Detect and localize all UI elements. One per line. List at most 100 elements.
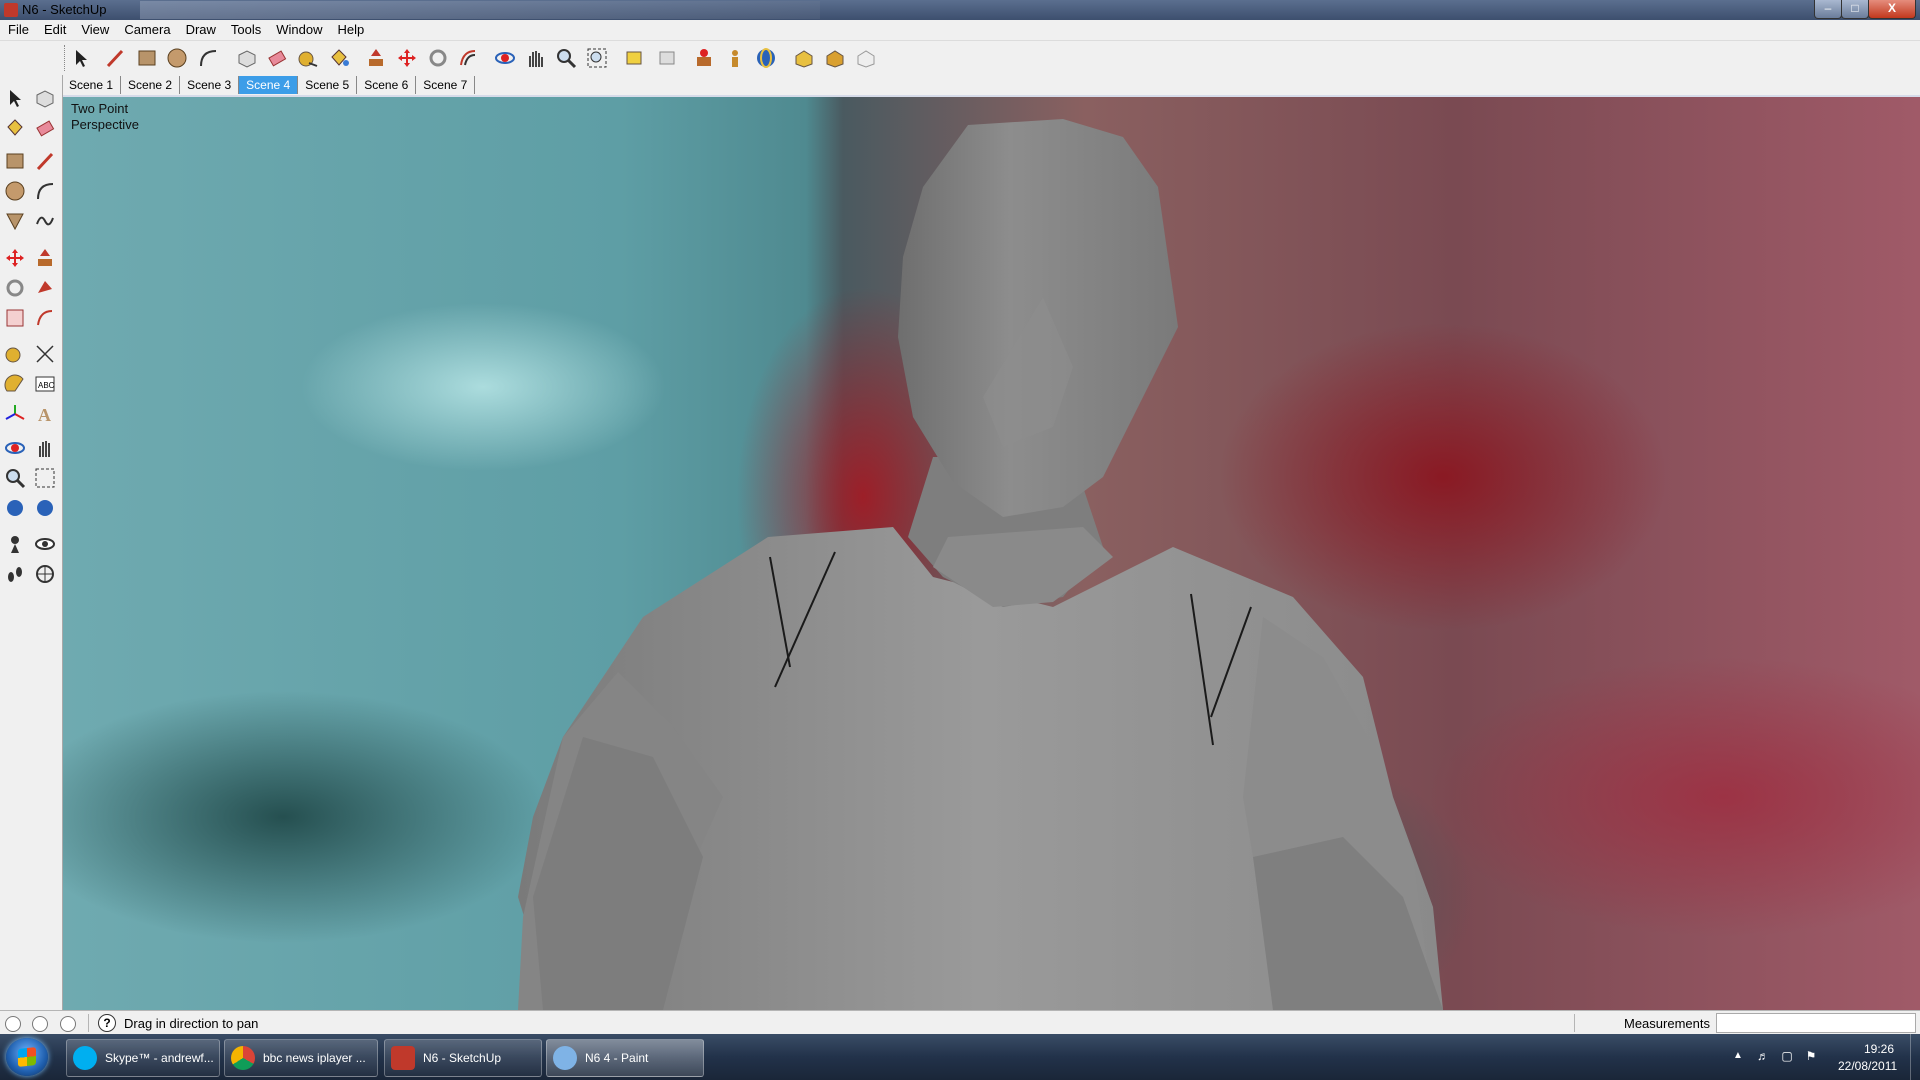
zoom-window-icon[interactable] bbox=[34, 467, 56, 489]
section-plane-icon[interactable] bbox=[34, 563, 56, 585]
arc-icon[interactable] bbox=[197, 47, 219, 69]
walk-icon[interactable] bbox=[724, 47, 746, 69]
tab-scene-1[interactable]: Scene 1 bbox=[62, 76, 122, 94]
scale-icon[interactable] bbox=[4, 307, 26, 329]
offset-icon[interactable] bbox=[457, 47, 479, 69]
offset-icon[interactable] bbox=[34, 307, 56, 329]
eraser-icon[interactable] bbox=[34, 117, 56, 139]
select-icon[interactable] bbox=[70, 47, 92, 69]
line-icon[interactable] bbox=[104, 47, 126, 69]
eraser-icon[interactable] bbox=[266, 47, 288, 69]
next-view-icon[interactable] bbox=[655, 47, 677, 69]
move-icon[interactable] bbox=[4, 247, 26, 269]
network-icon[interactable]: ▢ bbox=[1780, 1049, 1794, 1063]
get-models-icon[interactable] bbox=[793, 47, 815, 69]
arc-icon[interactable] bbox=[34, 180, 56, 202]
main-toolbar bbox=[0, 41, 1920, 75]
menu-window[interactable]: Window bbox=[268, 20, 329, 37]
walk-icon[interactable] bbox=[4, 563, 26, 585]
tape-measure-icon[interactable] bbox=[4, 343, 26, 365]
pan-icon[interactable] bbox=[524, 47, 546, 69]
rotate-icon[interactable] bbox=[4, 277, 26, 299]
rotate-icon[interactable] bbox=[427, 47, 449, 69]
show-desktop-button[interactable] bbox=[1910, 1034, 1920, 1080]
maximize-button[interactable]: □ bbox=[1841, 0, 1869, 19]
make-component-icon[interactable] bbox=[236, 47, 258, 69]
next-view-icon[interactable] bbox=[34, 497, 56, 519]
zoom-icon[interactable] bbox=[4, 467, 26, 489]
paint-bucket-icon[interactable] bbox=[328, 47, 350, 69]
paint-bucket-icon[interactable] bbox=[4, 117, 26, 139]
menu-edit[interactable]: Edit bbox=[36, 20, 73, 37]
follow-me-icon[interactable] bbox=[34, 277, 56, 299]
freehand-icon[interactable] bbox=[34, 210, 56, 232]
help-icon[interactable]: ? bbox=[98, 1014, 116, 1032]
tab-scene-3[interactable]: Scene 3 bbox=[180, 76, 240, 94]
share-component-icon[interactable] bbox=[855, 47, 877, 69]
measurements-input[interactable] bbox=[1716, 1013, 1916, 1033]
toolbar-grip[interactable] bbox=[64, 45, 68, 71]
menu-view[interactable]: View bbox=[73, 20, 116, 37]
position-camera-icon[interactable] bbox=[693, 47, 715, 69]
credits-icon[interactable] bbox=[32, 1016, 48, 1032]
circle-icon[interactable] bbox=[166, 47, 188, 69]
taskbar-item-skype[interactable]: Skype™ - andrewf... bbox=[66, 1039, 220, 1077]
previous-view-icon[interactable] bbox=[4, 497, 26, 519]
move-icon[interactable] bbox=[396, 47, 418, 69]
push-pull-icon[interactable] bbox=[34, 247, 56, 269]
orbit-icon[interactable] bbox=[4, 437, 26, 459]
share-model-icon[interactable] bbox=[824, 47, 846, 69]
look-around-icon[interactable] bbox=[755, 47, 777, 69]
rectangle-icon[interactable] bbox=[4, 150, 26, 172]
pan-icon[interactable] bbox=[34, 437, 56, 459]
menu-file[interactable]: File bbox=[0, 20, 36, 37]
system-tray: ▲ ♬ ▢ ⚑ 19:26 22/08/2011 bbox=[1728, 1034, 1920, 1080]
taskbar-item-chrome[interactable]: bbc news iplayer ... bbox=[224, 1039, 378, 1077]
look-around-icon[interactable] bbox=[34, 533, 56, 555]
position-camera-icon[interactable] bbox=[4, 533, 26, 555]
tape-measure-icon[interactable] bbox=[297, 47, 319, 69]
push-pull-icon[interactable] bbox=[365, 47, 387, 69]
zoom-icon[interactable] bbox=[555, 47, 577, 69]
orbit-icon[interactable] bbox=[494, 47, 516, 69]
minimize-button[interactable]: – bbox=[1814, 0, 1842, 19]
paint-icon bbox=[553, 1046, 577, 1070]
select-icon[interactable] bbox=[4, 87, 26, 109]
polygon-icon[interactable] bbox=[4, 210, 26, 232]
show-hidden-icons-icon[interactable]: ▲ bbox=[1733, 1050, 1743, 1061]
tab-scene-4[interactable]: Scene 4 bbox=[239, 76, 299, 94]
line-icon[interactable] bbox=[34, 150, 56, 172]
clock-date[interactable]: 22/08/2011 bbox=[1838, 1059, 1897, 1073]
taskbar-item-paint[interactable]: N6 4 - Paint bbox=[546, 1039, 704, 1077]
3d-human-figure[interactable] bbox=[63, 97, 1920, 1010]
menu-camera[interactable]: Camera bbox=[116, 20, 177, 37]
circle-icon[interactable] bbox=[4, 180, 26, 202]
user-icon[interactable] bbox=[60, 1016, 76, 1032]
rectangle-icon[interactable] bbox=[136, 47, 158, 69]
menu-help[interactable]: Help bbox=[330, 20, 372, 37]
status-hint: Drag in direction to pan bbox=[124, 1016, 259, 1031]
previous-view-icon[interactable] bbox=[624, 47, 646, 69]
sketchup-app-icon[interactable] bbox=[4, 3, 18, 17]
dimension-icon[interactable] bbox=[34, 343, 56, 365]
taskbar-item-sketchup[interactable]: N6 - SketchUp bbox=[384, 1039, 542, 1077]
zoom-extents-icon[interactable] bbox=[586, 47, 608, 69]
tab-scene-6[interactable]: Scene 6 bbox=[357, 76, 417, 94]
geo-location-icon[interactable] bbox=[5, 1016, 21, 1032]
volume-icon[interactable]: ♬ bbox=[1756, 1049, 1770, 1063]
menu-tools[interactable]: Tools bbox=[223, 20, 268, 37]
model-viewport[interactable]: Two Point Perspective bbox=[63, 97, 1920, 1010]
3d-text-icon[interactable]: A bbox=[34, 403, 56, 425]
axes-icon[interactable] bbox=[4, 403, 26, 425]
start-button[interactable] bbox=[6, 1038, 48, 1076]
clock-time[interactable]: 19:26 bbox=[1864, 1042, 1894, 1056]
protractor-icon[interactable] bbox=[4, 373, 26, 395]
menu-draw[interactable]: Draw bbox=[178, 20, 223, 37]
action-center-icon[interactable]: ⚑ bbox=[1804, 1049, 1818, 1063]
tab-scene-2[interactable]: Scene 2 bbox=[121, 76, 181, 94]
tab-scene-7[interactable]: Scene 7 bbox=[416, 76, 476, 94]
text-icon[interactable]: ABC bbox=[34, 373, 56, 395]
make-component-icon[interactable] bbox=[34, 87, 56, 109]
close-button[interactable]: X bbox=[1868, 0, 1916, 19]
tab-scene-5[interactable]: Scene 5 bbox=[298, 76, 358, 94]
